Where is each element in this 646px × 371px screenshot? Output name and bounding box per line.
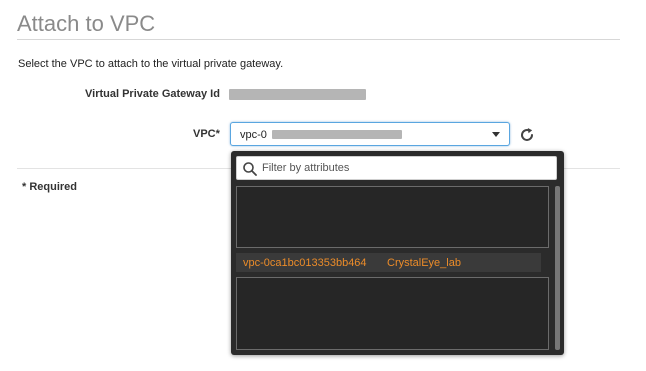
refresh-icon[interactable] <box>518 126 536 144</box>
chevron-down-icon[interactable] <box>492 132 500 137</box>
dropdown-scrollbar[interactable] <box>555 186 560 350</box>
vpg-id-label: Virtual Private Gateway Id <box>85 88 220 100</box>
page-title: Attach to VPC <box>17 11 156 36</box>
vpg-id-value-redacted <box>229 89 366 100</box>
vpc-select-value-redacted <box>272 130 402 139</box>
search-icon <box>242 161 258 177</box>
filter-box[interactable] <box>236 156 557 180</box>
option-vpc-id: vpc-0ca1bc013353bb464 <box>243 257 367 269</box>
option-group-empty <box>236 186 549 248</box>
section-divider-right <box>564 168 620 169</box>
vpc-label: VPC* <box>193 128 220 140</box>
filter-input[interactable] <box>262 160 552 176</box>
vpc-select-value: vpc-0 <box>240 129 267 141</box>
option-vpc-name: CrystalEye_lab <box>387 257 461 269</box>
option-group-empty-2 <box>236 277 549 350</box>
section-divider <box>17 168 231 169</box>
required-note: * Required <box>22 181 78 193</box>
vpc-select[interactable]: vpc-0 <box>230 122 510 146</box>
title-divider <box>17 39 620 40</box>
vpc-dropdown-menu: vpc-0ca1bc013353bb464 CrystalEye_lab <box>231 151 564 355</box>
page-description: Select the VPC to attach to the virtual … <box>18 58 284 70</box>
dropdown-option[interactable]: vpc-0ca1bc013353bb464 CrystalEye_lab <box>236 253 541 272</box>
